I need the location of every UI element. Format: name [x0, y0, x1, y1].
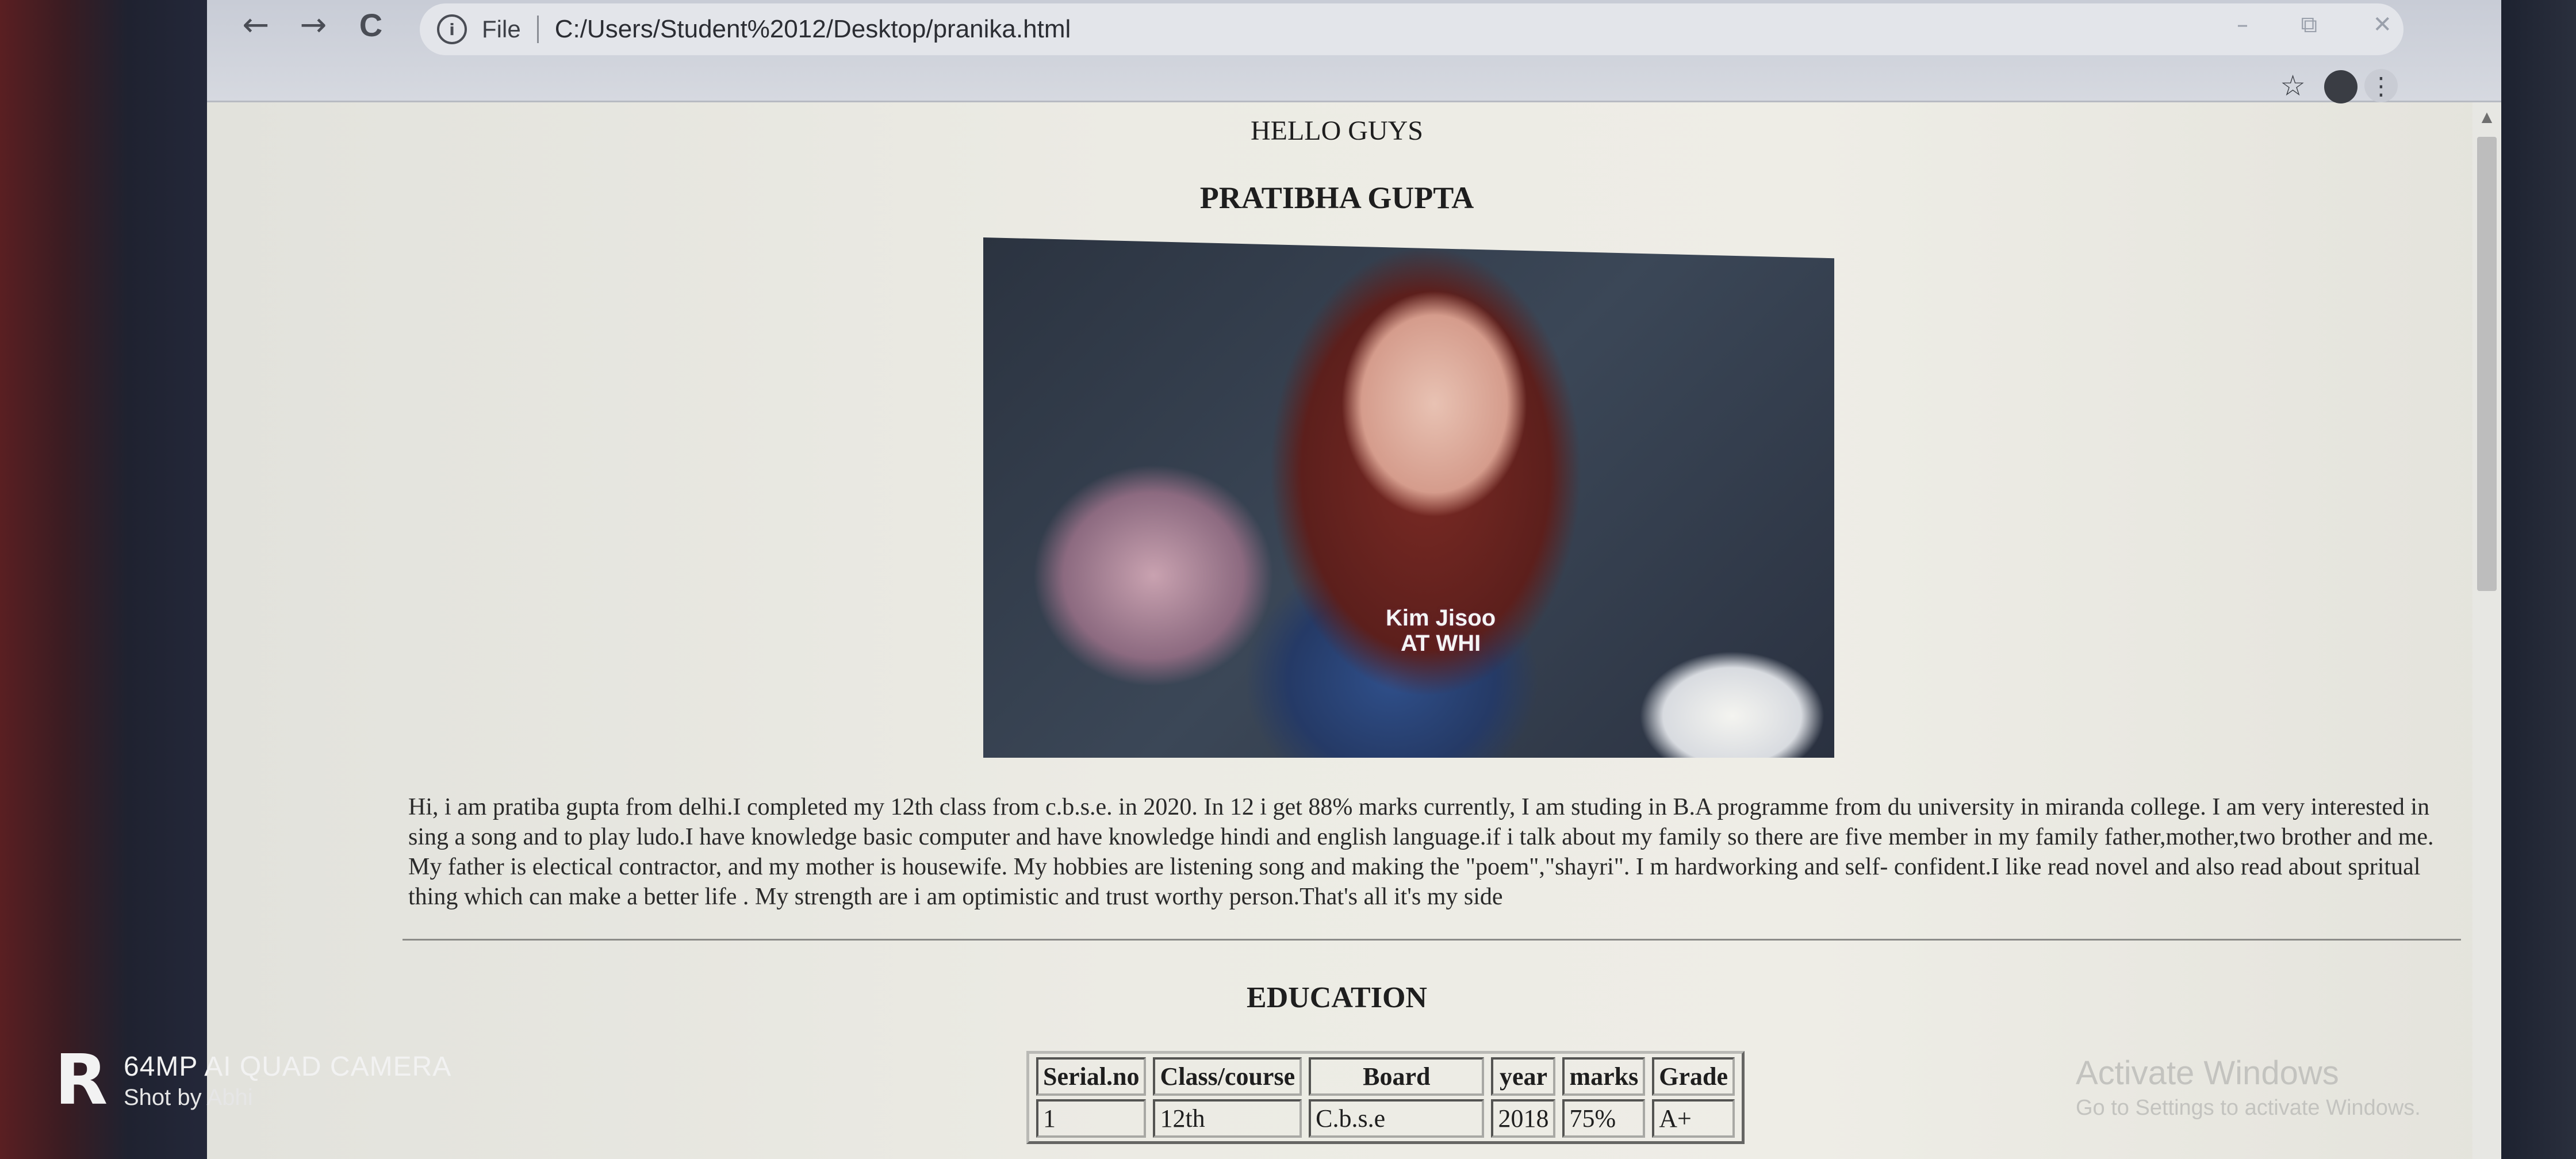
bio-paragraph: Hi, i am pratiba gupta from delhi.I comp…: [408, 794, 2434, 910]
table-header-cell: marks: [1562, 1057, 1646, 1096]
browser-toolbar: ← → C i File C:/Users/Student%2012/Deskt…: [207, 0, 2501, 103]
info-icon[interactable]: i: [437, 14, 467, 44]
page-content: HELLO GUYS PRATIBHA GUPTA Kim Jisoo AT W…: [207, 102, 2467, 1159]
restore-icon[interactable]: ⧉: [2301, 11, 2317, 38]
table-header-cell: Board: [1309, 1057, 1485, 1096]
education-table: Serial.no Class/course Board year marks …: [1026, 1051, 1745, 1144]
watermark-title: Activate Windows: [2076, 1054, 2339, 1092]
scroll-thumb[interactable]: [2477, 137, 2497, 591]
camera-watermark-credit: Shot by Abhi: [124, 1085, 253, 1110]
table-header-cell: Class/course: [1153, 1057, 1302, 1096]
camera-watermark-model: 64MP AI QUAD CAMERA: [124, 1051, 452, 1082]
menu-dots-icon[interactable]: ⋮: [2364, 69, 2398, 102]
greeting-heading: HELLO GUYS: [1251, 116, 1423, 146]
table-cell: C.b.s.e: [1309, 1099, 1485, 1138]
photo-caption: Kim Jisoo AT WHI: [1386, 605, 1496, 656]
photo-caption-line1: Kim Jisoo: [1386, 605, 1496, 631]
camera-watermark: 64MP AI QUAD CAMERA Shot by Abhi: [124, 1051, 451, 1111]
table-cell: A+: [1652, 1099, 1735, 1138]
minimize-icon[interactable]: –: [2237, 11, 2248, 38]
scroll-up-arrow-icon[interactable]: ▲: [2472, 102, 2501, 131]
table-cell: 1: [1036, 1099, 1147, 1138]
photo-background-right: [2501, 0, 2576, 1159]
table-cell: 12th: [1153, 1099, 1302, 1138]
photo-background-left: [0, 0, 213, 1159]
table-row: 1 12th C.b.s.e 2018 75% A+: [1036, 1099, 1735, 1138]
table-header-cell: Grade: [1652, 1057, 1735, 1096]
close-icon[interactable]: ✕: [2372, 11, 2392, 38]
table-header-cell: Serial.no: [1036, 1057, 1147, 1096]
education-heading: EDUCATION: [1247, 981, 1427, 1014]
photo-caption-line2: AT WHI: [1400, 631, 1481, 656]
camera-brand-logo: R: [55, 1041, 108, 1120]
watermark-subtitle: Go to Settings to activate Windows.: [2076, 1096, 2421, 1120]
activate-windows-watermark: Activate Windows Go to Settings to activ…: [2076, 1054, 2421, 1120]
profile-avatar[interactable]: [2324, 70, 2358, 103]
table-cell: 75%: [1562, 1099, 1646, 1138]
url-scheme-label: File: [482, 16, 521, 43]
bookmark-star-icon[interactable]: ☆: [2280, 69, 2306, 102]
back-arrow-icon[interactable]: ←: [236, 5, 276, 45]
reload-icon[interactable]: C: [351, 5, 391, 45]
address-separator: [536, 16, 539, 43]
table-header-cell: year: [1491, 1057, 1556, 1096]
url-text[interactable]: C:/Users/Student%2012/Desktop/pranika.ht…: [555, 15, 1071, 44]
vertical-scrollbar[interactable]: ▲: [2472, 102, 2501, 1159]
name-heading: PRATIBHA GUPTA: [1199, 181, 1474, 215]
horizontal-rule: [402, 939, 2461, 941]
table-header-row: Serial.no Class/course Board year marks …: [1036, 1057, 1735, 1096]
address-bar[interactable]: i File C:/Users/Student%2012/Desktop/pra…: [420, 3, 2404, 55]
table-cell: 2018: [1491, 1099, 1556, 1138]
profile-photo: Kim Jisoo AT WHI: [983, 237, 1834, 758]
forward-arrow-icon[interactable]: →: [293, 5, 334, 45]
browser-window: ← → C i File C:/Users/Student%2012/Deskt…: [207, 0, 2501, 1159]
